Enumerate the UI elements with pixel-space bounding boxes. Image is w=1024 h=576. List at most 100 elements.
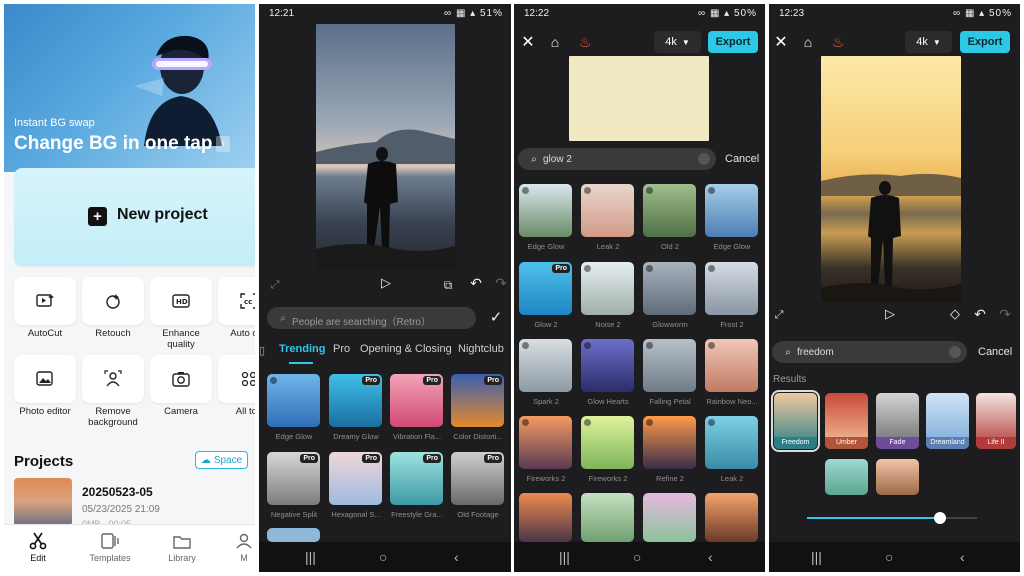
promo-banner[interactable]: Instant BG swap Change BG in one tap › [4, 4, 255, 172]
filter-fade[interactable]: Fade [876, 393, 919, 449]
home-icon[interactable]: ○ [885, 549, 893, 565]
cancel-button[interactable]: Cancel [978, 346, 1012, 358]
graduation-cap-icon[interactable]: ⌂ [797, 31, 819, 53]
effect-tile[interactable]: Pro [267, 452, 320, 505]
fullscreen-icon[interactable]: ⤢ [268, 278, 282, 292]
effect-tile[interactable] [705, 493, 758, 542]
search-input[interactable]: ⌕ People are searching（Retro） [267, 307, 476, 329]
new-project-button[interactable]: + New project [14, 168, 255, 266]
back-icon[interactable]: ‹ [960, 549, 965, 565]
tab-nightclub[interactable]: Nightclub [458, 343, 504, 355]
effect-tile[interactable] [643, 339, 696, 392]
effect-tile[interactable] [643, 262, 696, 315]
recents-icon[interactable]: ||| [305, 549, 316, 565]
recents-icon[interactable]: ||| [559, 549, 570, 565]
intensity-slider[interactable] [807, 512, 977, 524]
nav-library[interactable]: Library [154, 531, 210, 563]
filter-dreamland[interactable]: Dreamland [926, 393, 969, 449]
effect-tile[interactable] [581, 416, 634, 469]
filter-tile[interactable] [876, 459, 919, 495]
close-icon[interactable]: ✕ [770, 31, 792, 53]
recents-icon[interactable]: ||| [811, 549, 822, 565]
fire-icon[interactable]: ♨ [574, 31, 596, 53]
slider-handle[interactable] [933, 512, 946, 524]
project-thumbnail[interactable] [14, 478, 72, 526]
graduation-cap-icon[interactable]: ⌂ [544, 31, 566, 53]
tool-all-tools[interactable]: All too [218, 355, 255, 417]
resolution-selector[interactable]: 4k ▼ [654, 31, 701, 53]
keyframe-icon[interactable]: ⧉ [440, 277, 456, 293]
tool-auto-captions[interactable]: cc Auto cap [218, 277, 255, 339]
effect-tile[interactable] [705, 184, 758, 237]
effect-tile[interactable] [519, 416, 572, 469]
effect-tile[interactable] [267, 374, 320, 427]
cancel-button[interactable]: Cancel [725, 153, 759, 165]
redo-icon[interactable]: ↷ [494, 275, 508, 291]
back-icon[interactable]: ‹ [708, 549, 713, 565]
tool-photo-editor[interactable]: Photo editor [14, 355, 76, 417]
video-preview[interactable] [316, 24, 455, 270]
filter-umber[interactable]: Umber [825, 393, 868, 449]
redo-icon[interactable]: ↷ [998, 306, 1012, 322]
effect-tile[interactable]: Pro [329, 374, 382, 427]
effect-tile[interactable]: Pro [451, 452, 504, 505]
confirm-check-icon[interactable]: ✓ [488, 309, 504, 326]
effect-tile[interactable] [581, 493, 634, 542]
effect-tile[interactable] [519, 184, 572, 237]
effect-tile[interactable] [267, 528, 320, 542]
tool-retouch[interactable]: Retouch [82, 277, 144, 339]
play-icon[interactable]: ▷ [883, 306, 897, 322]
nav-me[interactable]: M [224, 531, 255, 563]
effect-tile[interactable] [643, 416, 696, 469]
clear-search-icon[interactable] [949, 346, 961, 358]
play-icon[interactable]: ▷ [379, 275, 393, 291]
filter-life-ii[interactable]: Life II [976, 393, 1016, 449]
export-button[interactable]: Export [708, 31, 758, 53]
filter-tile[interactable] [825, 459, 868, 495]
clear-search-icon[interactable] [698, 153, 710, 165]
tool-remove-background[interactable]: Remove background [82, 355, 144, 428]
export-button[interactable]: Export [960, 31, 1010, 53]
home-icon[interactable]: ○ [379, 549, 387, 565]
effect-tile[interactable] [705, 416, 758, 469]
nav-edit[interactable]: Edit [10, 531, 66, 563]
tab-pro[interactable]: Pro [333, 343, 350, 355]
effect-tile[interactable] [519, 493, 572, 542]
keyframe-diamond-icon[interactable]: ◇ [947, 306, 963, 322]
effect-tile[interactable] [705, 262, 758, 315]
resolution-selector[interactable]: 4k ▼ [905, 31, 952, 53]
effect-tile[interactable] [643, 184, 696, 237]
tab-trending[interactable]: Trending [279, 343, 325, 355]
back-icon[interactable]: ‹ [454, 549, 459, 565]
effect-tile[interactable] [643, 493, 696, 542]
tab-opening-closing[interactable]: Opening & Closing [360, 343, 452, 355]
home-icon[interactable]: ○ [633, 549, 641, 565]
space-button[interactable]: ☁ Space [195, 451, 248, 469]
effect-tile[interactable]: Pro [329, 452, 382, 505]
project-name[interactable]: 20250523-05 [82, 485, 153, 499]
fire-icon[interactable]: ♨ [827, 31, 849, 53]
search-input[interactable]: ⌕ freedom [772, 341, 967, 363]
effect-tile[interactable] [581, 184, 634, 237]
undo-icon[interactable]: ↶ [468, 275, 484, 291]
bookmark-icon[interactable]: ▯ [259, 344, 265, 357]
effect-tile[interactable]: Pro [390, 452, 443, 505]
effect-tile[interactable] [705, 339, 758, 392]
effect-tile[interactable]: Pro [451, 374, 504, 427]
filter-freedom[interactable]: Freedom [771, 390, 820, 452]
fullscreen-icon[interactable]: ⤢ [772, 308, 786, 322]
effect-tile[interactable]: Pro [519, 262, 572, 315]
chevron-right-icon[interactable]: › [216, 136, 230, 152]
tool-enhance-quality[interactable]: HD Enhance quality [150, 277, 212, 350]
tool-camera[interactable]: Camera [150, 355, 212, 417]
effect-tile[interactable] [581, 262, 634, 315]
search-input[interactable]: ⌕ glow 2 [518, 148, 716, 170]
undo-icon[interactable]: ↶ [972, 306, 988, 322]
effect-tile[interactable] [581, 339, 634, 392]
effect-tile[interactable] [519, 339, 572, 392]
video-preview[interactable] [821, 56, 961, 302]
effect-tile[interactable]: Pro [390, 374, 443, 427]
video-preview[interactable] [569, 56, 709, 141]
close-icon[interactable]: ✕ [517, 31, 539, 53]
nav-templates[interactable]: Templates [82, 531, 138, 563]
